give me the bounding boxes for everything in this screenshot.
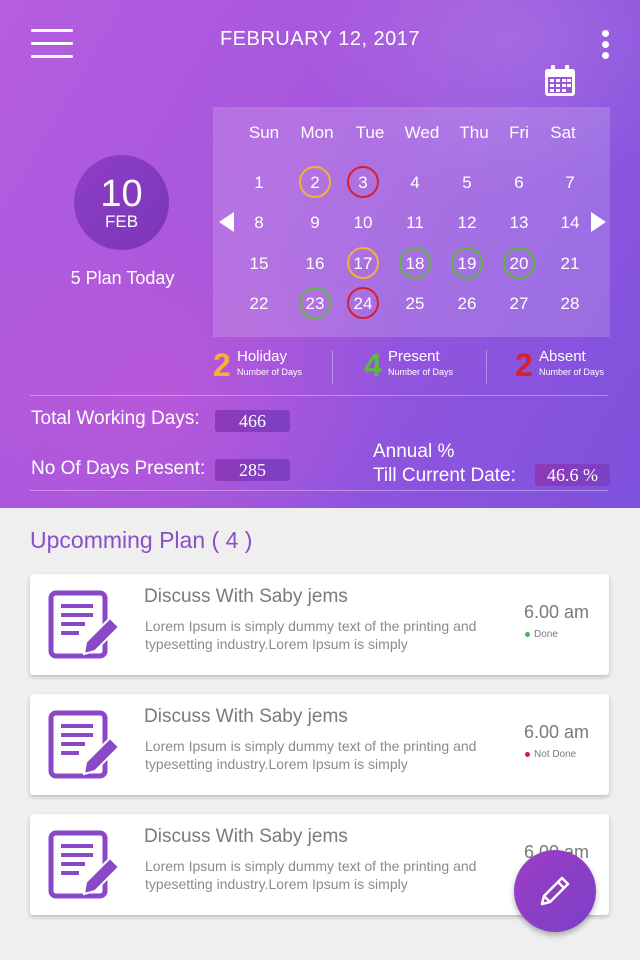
calendar-day[interactable]: 8 <box>243 206 275 238</box>
page-title: FEBRUARY 12, 2017 <box>219 28 421 50</box>
next-week-arrow-icon[interactable] <box>591 212 606 232</box>
plan-card-title: Discuss With Saby jems <box>144 826 348 847</box>
kebab-menu-icon[interactable] <box>600 30 612 62</box>
total-working-days-label: Total Working Days: <box>31 408 200 429</box>
add-plan-button[interactable] <box>514 850 596 932</box>
plan-card-time: 6.00 am <box>524 602 590 622</box>
weekday-header: Fri <box>509 123 529 142</box>
present-count: 4 <box>364 347 382 383</box>
status-dot <box>525 631 530 637</box>
upcoming-plan-title: Upcomming Plan ( 4 ) <box>30 527 253 553</box>
plan-today-text: 5 Plan Today <box>70 268 175 288</box>
pencil-icon <box>540 876 570 906</box>
annual-percent-value: 46.6 % <box>535 464 610 486</box>
total-working-days-value: 466 <box>215 410 290 432</box>
days-present-value: 285 <box>215 459 290 481</box>
calendar-day[interactable]: 7 <box>554 166 586 198</box>
plan-card-title: Discuss With Saby jems <box>144 706 348 727</box>
weekday-header: Sat <box>550 123 576 142</box>
status-text: Not Done <box>534 749 577 760</box>
plan-card-title: Discuss With Saby jems <box>144 586 348 607</box>
calendar-day[interactable]: 9 <box>299 206 331 238</box>
calendar-day[interactable]: 15 <box>243 247 275 279</box>
calendar-day[interactable]: 23 <box>299 287 331 319</box>
calendar-day[interactable]: 28 <box>554 287 586 319</box>
calendar-icon[interactable] <box>543 64 577 98</box>
present-label: Present <box>388 348 440 365</box>
status-dot <box>525 751 530 757</box>
weekday-header: Sun <box>248 123 280 142</box>
calendar-day[interactable]: 27 <box>503 287 535 319</box>
absent-label: Absent <box>539 348 586 365</box>
calendar-day[interactable]: 3 <box>347 166 379 198</box>
calendar-day[interactable]: 18 <box>399 247 431 279</box>
calendar-day[interactable]: 25 <box>399 287 431 319</box>
status-badge: Done <box>525 629 558 640</box>
holiday-label: Holiday <box>237 348 288 365</box>
calendar-day[interactable]: 6 <box>503 166 535 198</box>
document-edit-icon <box>48 590 121 659</box>
weekday-header: Mon <box>300 123 334 142</box>
status-badge: Not Done <box>525 749 576 760</box>
legend-divider <box>486 350 487 384</box>
calendar-day[interactable]: 22 <box>243 287 275 319</box>
plan-card[interactable]: Discuss With Saby jems Lorem Ipsum is si… <box>30 694 609 795</box>
weekday-header: Thu <box>459 123 489 142</box>
prev-week-arrow-icon[interactable] <box>219 212 234 232</box>
calendar-day[interactable]: 12 <box>451 206 483 238</box>
calendar-day[interactable]: 2 <box>299 166 331 198</box>
plan-card-description: Lorem Ipsum is simply dummy text of the … <box>145 738 477 772</box>
days-present-label: No Of Days Present: <box>31 458 206 479</box>
plan-card-description: Lorem Ipsum is simply dummy text of the … <box>145 858 477 892</box>
present-sub: Number of Days <box>388 367 454 377</box>
calendar-day[interactable]: 26 <box>451 287 483 319</box>
plan-card-description: Lorem Ipsum is simply dummy text of the … <box>145 618 477 652</box>
status-text: Done <box>534 629 558 640</box>
weekday-header: Tue <box>355 123 385 142</box>
selected-date-circle: 10 FEB <box>74 155 169 250</box>
plan-card[interactable]: Discuss With Saby jems Lorem Ipsum is si… <box>30 574 609 675</box>
calendar-day[interactable]: 1 <box>243 166 275 198</box>
calendar-day[interactable]: 13 <box>503 206 535 238</box>
calendar-day[interactable]: 16 <box>299 247 331 279</box>
calendar-day[interactable]: 20 <box>503 247 535 279</box>
weekday-header: Wed <box>404 123 440 142</box>
selected-day: 10 <box>100 173 143 215</box>
calendar-day[interactable]: 5 <box>451 166 483 198</box>
calendar-day[interactable]: 19 <box>451 247 483 279</box>
document-edit-icon <box>48 710 121 779</box>
holiday-count: 2 <box>213 347 231 383</box>
calendar-day[interactable]: 17 <box>347 247 379 279</box>
calendar-day[interactable]: 11 <box>399 206 431 238</box>
document-edit-icon <box>48 830 121 899</box>
header-panel: FEBRUARY 12, 2017 10 FEB 5 Plan Today Su… <box>0 0 640 508</box>
till-current-date-label: Till Current Date: <box>373 465 516 486</box>
annual-label: Annual % <box>373 441 455 462</box>
calendar-day[interactable]: 10 <box>347 206 379 238</box>
holiday-sub: Number of Days <box>237 367 303 377</box>
legend-divider <box>332 350 333 384</box>
selected-month: FEB <box>104 212 139 231</box>
absent-count: 2 <box>515 347 533 383</box>
calendar-day[interactable]: 4 <box>399 166 431 198</box>
calendar-grid: Sun Mon Tue Wed Thu Fri Sat 1 2 3 4 5 6 7 8 9 10 11 12 13 14… <box>213 107 610 337</box>
divider <box>30 490 608 491</box>
calendar-day[interactable]: 24 <box>347 287 379 319</box>
plan-card-time: 6.00 am <box>524 722 590 742</box>
absent-sub: Number of Days <box>539 367 605 377</box>
calendar-day[interactable]: 14 <box>554 206 586 238</box>
calendar-day[interactable]: 21 <box>554 247 586 279</box>
divider <box>30 395 608 396</box>
